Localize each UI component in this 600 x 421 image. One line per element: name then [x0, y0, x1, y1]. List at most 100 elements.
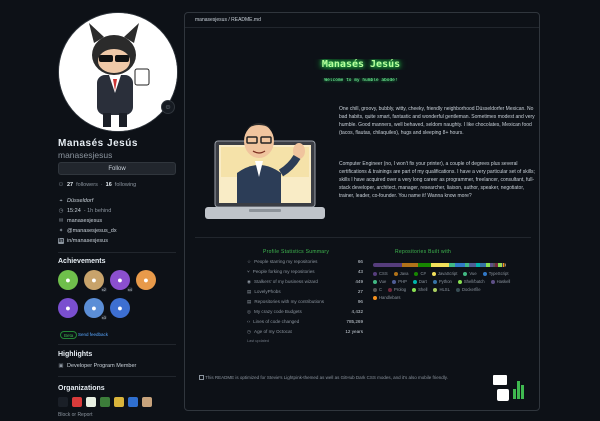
- code-square-icon: ▣: [58, 363, 64, 369]
- highlight-item: ▣ Developer Program Member: [58, 363, 136, 369]
- language-dot-icon: [373, 279, 377, 284]
- twitter-icon: ✦: [58, 228, 64, 234]
- org-3-icon[interactable]: [86, 397, 96, 407]
- language-dot-icon: [393, 271, 398, 276]
- following-label[interactable]: following: [115, 182, 136, 188]
- language-item: Vue: [373, 279, 386, 284]
- language-item: Haskell: [490, 279, 510, 284]
- quickdraw-icon[interactable]: ●: [136, 270, 156, 290]
- language-dot-icon: [463, 271, 468, 276]
- organizations-list: [58, 397, 152, 407]
- yolo-icon[interactable]: ●: [58, 298, 78, 318]
- language-item: PHP: [392, 279, 407, 284]
- location-pin-icon: ⌖: [59, 198, 63, 204]
- laptop-bitmoji-icon: [205, 123, 325, 219]
- language-item: HLSL: [433, 287, 450, 292]
- readme-panel: manasesjesus / README.md Manasés Jesús W…: [184, 12, 540, 411]
- twitter-link[interactable]: @manasesjesus_dx: [67, 228, 117, 234]
- stats-row: ◷ Age of my Octocat 12 years: [247, 329, 363, 336]
- org-6-icon[interactable]: [128, 397, 138, 407]
- star-icon: ☆: [247, 259, 252, 264]
- stats-footer: Last updated: [247, 339, 269, 343]
- language-dot-icon: [412, 287, 417, 292]
- linkedin-link[interactable]: in/manasesjesus: [67, 238, 108, 244]
- follow-button[interactable]: Follow: [58, 162, 176, 175]
- linkedin: in in/manasesjesus: [58, 238, 108, 244]
- block-report-link[interactable]: Block or Report: [58, 412, 92, 418]
- language-name: TypeScript: [488, 271, 509, 276]
- org-1-icon[interactable]: [58, 397, 68, 407]
- language-item: Handlebars: [373, 295, 400, 300]
- followers-label[interactable]: followers: [76, 182, 98, 188]
- language-dot-icon: [373, 287, 377, 292]
- avatar[interactable]: [58, 12, 178, 132]
- stats-row: ▤ LovelyPhobs 27: [247, 289, 363, 296]
- org-5-icon[interactable]: [114, 397, 124, 407]
- stats-row: ⑂ People forking my repositories 43: [247, 269, 363, 276]
- following-count[interactable]: 16: [106, 182, 112, 188]
- language-item: Prolog: [388, 287, 406, 292]
- code-climate-icon[interactable]: [497, 389, 509, 401]
- pair-extraordinaire-icon[interactable]: ● x3: [84, 298, 107, 320]
- clock-icon: ◷: [58, 208, 64, 214]
- organizations-heading: Organizations: [58, 385, 105, 392]
- language-name: Prolog: [394, 287, 407, 292]
- language-item: Dockerfile: [455, 287, 481, 292]
- org-7-icon[interactable]: [142, 397, 152, 407]
- stats-row: ◉ Stalkers' of my business wizard 449: [247, 279, 363, 286]
- language-name: Java: [399, 271, 409, 276]
- followers-count[interactable]: 27: [67, 182, 73, 188]
- repo-icon: ▤: [247, 299, 252, 304]
- stats-value: 785,269: [346, 319, 363, 324]
- language-name: Dockerfile: [461, 287, 481, 292]
- badge-count: x4: [126, 287, 133, 292]
- language-name: CSS: [379, 271, 388, 276]
- language-dot-icon: [432, 279, 437, 284]
- career-paragraph: Computer Engineer (no, I won't fix your …: [339, 161, 535, 199]
- achievements-heading: Achievements: [58, 258, 106, 265]
- fork-icon: ⑂: [247, 269, 250, 274]
- languages-legend: CSS Java C# JavaScript Vue TypeScript Vue PHP Da…: [373, 271, 513, 300]
- galaxy-brain-icon[interactable]: ● x4: [110, 270, 133, 292]
- email-link[interactable]: manasesjesus: [67, 218, 102, 224]
- profile-login: manasesjesus: [58, 150, 113, 160]
- language-name: Dart: [418, 279, 427, 284]
- stats-value: 96: [357, 299, 363, 304]
- analytics-badge-icon[interactable]: [493, 375, 507, 385]
- language-dot-icon: [490, 279, 495, 284]
- pull-shark-icon[interactable]: ●: [58, 270, 78, 290]
- time-offset: - 1h behind: [83, 208, 112, 214]
- language-dot-icon: [433, 287, 438, 292]
- language-name: C#: [420, 271, 426, 276]
- stats-value: 449: [355, 279, 363, 284]
- starstruck-icon[interactable]: ● x2: [84, 270, 107, 292]
- language-dot-icon: [373, 271, 377, 276]
- language-item: Vue: [463, 271, 477, 276]
- people-icon: ⚇: [58, 182, 64, 188]
- language-bar-segment: [417, 263, 431, 267]
- language-name: Handlebars: [379, 295, 401, 300]
- org-4-icon[interactable]: [100, 397, 110, 407]
- stats-label: People forking my repositories: [252, 269, 315, 274]
- location-text: Düsseldorf: [67, 198, 94, 204]
- readme-path[interactable]: manasesjesus / README.md: [185, 13, 539, 28]
- stats-value: 43: [357, 269, 363, 274]
- location: ⌖ Düsseldorf: [58, 198, 93, 204]
- stats-label: Stalkers' of my business wizard: [254, 279, 318, 284]
- language-item: C: [373, 287, 382, 292]
- org-2-icon[interactable]: [72, 397, 82, 407]
- beta-badge: Beta: [60, 331, 78, 339]
- bars-chart-icon: [513, 373, 527, 399]
- language-name: Vue: [379, 279, 387, 284]
- language-item: Shell: [412, 287, 427, 292]
- local-time-text: 15:24: [67, 208, 81, 214]
- email: ✉ manasesjesus: [58, 218, 102, 224]
- send-feedback-link[interactable]: Send feedback: [78, 332, 108, 337]
- set-status-button[interactable]: ☺: [161, 100, 175, 114]
- stats-row: ▤ Repositories with my contributions 96: [247, 299, 363, 306]
- arctic-code-vault-icon[interactable]: ●: [110, 298, 130, 318]
- divider: [58, 252, 176, 253]
- readme-subtitle: Welcome to my humble abode!: [324, 78, 398, 83]
- intro-paragraph: One chill, groovy, bubbly, witty, cheeky…: [339, 106, 535, 136]
- highlights-heading: Highlights: [58, 351, 93, 358]
